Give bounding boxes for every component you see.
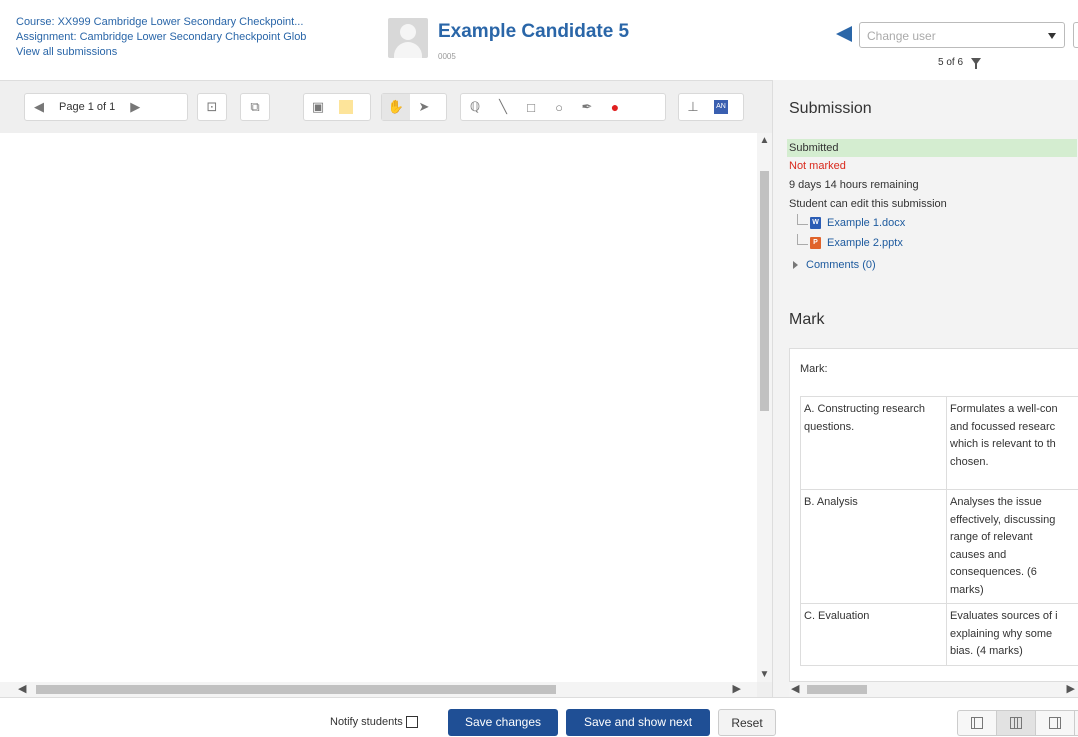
search-comments-icon[interactable]: ⊡ (198, 94, 226, 120)
file-item[interactable]: W Example 1.docx (797, 217, 905, 229)
file-item[interactable]: P Example 2.pptx (797, 237, 903, 249)
rubric-criterion: A. Constructing research questions. (801, 397, 947, 490)
submission-heading: Submission (789, 100, 872, 118)
layout-left-icon (971, 717, 983, 729)
select-pointer-icon[interactable]: ➤ (410, 94, 438, 120)
layout-right-icon (1049, 717, 1061, 729)
filter-icon[interactable] (971, 58, 981, 65)
scroll-left-icon[interactable]: ◀ (791, 682, 799, 697)
comments-link[interactable]: Comments (0) (806, 259, 876, 271)
layout-collapse-review-panel-button[interactable] (1036, 711, 1075, 735)
expand-arrow-icon (793, 261, 798, 269)
scroll-right-icon[interactable]: ▶ (733, 682, 741, 697)
powerpoint-file-icon: P (810, 237, 821, 249)
previous-user-icon[interactable] (836, 26, 852, 42)
view-all-submissions-link[interactable]: View all submissions (16, 45, 371, 60)
notify-students[interactable]: Notify students (330, 716, 418, 728)
expand-comments-group: ⧉ (240, 93, 270, 121)
edit-permission: Student can edit this submission (789, 198, 947, 210)
rubric-row: C. Evaluation Evaluates sources of i exp… (801, 604, 1078, 666)
file-link[interactable]: Example 2.pptx (827, 237, 903, 249)
save-changes-button[interactable]: Save changes (448, 709, 558, 736)
scroll-thumb[interactable] (36, 685, 556, 694)
rubric-table: A. Constructing research questions. Form… (800, 396, 1078, 666)
page-navigation: ◀ Page 1 of 1 ▶ (24, 93, 188, 121)
document-viewer: ◀ Page 1 of 1 ▶ ⊡ ⧉ ▣ ✋ ➤ ℚ ╲ □ ○ ✒ ● ⊥ … (0, 80, 772, 697)
pen-tool-icon[interactable]: ✒ (573, 94, 601, 120)
document-vertical-scrollbar[interactable]: ▲ ▼ (757, 133, 772, 682)
scroll-thumb[interactable] (760, 171, 769, 411)
page-select[interactable]: Page 1 of 1 (53, 101, 121, 113)
rubric-row: A. Constructing research questions. Form… (801, 397, 1078, 490)
scroll-right-icon[interactable]: ▶ (1067, 682, 1075, 697)
mark-label: Mark: (800, 363, 828, 375)
save-and-show-next-button[interactable]: Save and show next (566, 709, 710, 736)
next-page-icon[interactable]: ▶ (121, 94, 149, 120)
course-link[interactable]: Course: XX999 Cambridge Lower Secondary … (16, 15, 371, 30)
previous-page-icon[interactable]: ◀ (25, 94, 53, 120)
oval-tool-icon[interactable]: ○ (545, 94, 573, 120)
scroll-down-icon[interactable]: ▼ (757, 669, 772, 680)
rubric-level[interactable]: Analyses the issue effectively, discussi… (947, 490, 1078, 604)
next-user-button[interactable] (1073, 22, 1078, 48)
user-count: 5 of 6 (938, 57, 963, 68)
rubric-level[interactable]: Evaluates sources of i explaining why so… (947, 604, 1078, 666)
layout-middle-icon (1010, 717, 1022, 729)
file-link[interactable]: Example 1.docx (827, 217, 905, 229)
annotation-color-icon[interactable]: ℚ (461, 94, 489, 120)
reset-button[interactable]: Reset (718, 709, 776, 736)
rectangle-tool-icon[interactable]: □ (517, 94, 545, 120)
grader-header: Course: XX999 Cambridge Lower Secondary … (0, 0, 1078, 80)
rubric-row: B. Analysis Analyses the issue effective… (801, 490, 1078, 604)
notify-students-checkbox[interactable] (406, 716, 418, 728)
stamp-tools: ⊥ AN (678, 93, 744, 121)
chevron-down-icon (1048, 33, 1056, 39)
select-tools: ✋ ➤ (381, 93, 447, 121)
submission-status: Submitted (787, 139, 1077, 157)
comments-toggle[interactable]: Comments (0) (793, 259, 876, 271)
rubric-criterion: C. Evaluation (801, 604, 947, 666)
document-canvas[interactable] (0, 133, 757, 682)
comment-tools: ▣ (303, 93, 371, 121)
mark-heading: Mark (789, 311, 825, 329)
pan-hand-icon[interactable]: ✋ (382, 94, 410, 120)
word-file-icon: W (810, 217, 821, 229)
course-info: Course: XX999 Cambridge Lower Secondary … (16, 15, 371, 60)
panel-horizontal-scrollbar[interactable]: ◀ ▶ (789, 682, 1078, 697)
rubric-criterion: B. Analysis (801, 490, 947, 604)
scroll-up-icon[interactable]: ▲ (757, 135, 772, 146)
notify-students-label: Notify students (330, 716, 403, 728)
comment-color-icon[interactable] (332, 94, 360, 120)
layout-collapse-grade-panel-button[interactable] (958, 711, 997, 735)
time-remaining: 9 days 14 hours remaining (789, 179, 919, 191)
layout-default-button[interactable] (997, 711, 1036, 735)
assignment-link[interactable]: Assignment: Cambridge Lower Secondary Ch… (16, 30, 371, 45)
marking-form: Mark: A. Constructing research questions… (789, 348, 1078, 682)
highlight-color-icon[interactable]: ● (601, 94, 629, 120)
stamp-tool-icon[interactable]: ⊥ (679, 94, 707, 120)
annotation-toolbar: ◀ Page 1 of 1 ▶ ⊡ ⧉ ▣ ✋ ➤ ℚ ╲ □ ○ ✒ ● ⊥ … (0, 81, 772, 131)
search-comments-group: ⊡ (197, 93, 227, 121)
change-user-select[interactable]: Change user (859, 22, 1065, 48)
stamp-picker-icon[interactable]: AN (707, 94, 735, 120)
scroll-thumb[interactable] (807, 685, 867, 694)
document-horizontal-scrollbar[interactable]: ◀ ▶ (0, 682, 757, 697)
scroll-left-icon[interactable]: ◀ (18, 682, 26, 697)
user-avatar-icon (388, 18, 428, 58)
grading-footer: Notify students Save changes Save and sh… (0, 697, 1078, 736)
drawing-tools: ℚ ╲ □ ○ ✒ ● (460, 93, 666, 121)
layout-switcher (957, 710, 1078, 736)
expand-comments-icon[interactable]: ⧉ (241, 94, 269, 120)
grading-panel: Submission Submitted Not marked 9 days 1… (772, 80, 1078, 697)
grading-status: Not marked (789, 160, 846, 172)
change-user-placeholder: Change user (867, 29, 936, 43)
line-tool-icon[interactable]: ╲ (489, 94, 517, 120)
comment-tool-icon[interactable]: ▣ (304, 94, 332, 120)
candidate-name[interactable]: Example Candidate 5 (438, 21, 629, 43)
candidate-id: 0005 (438, 52, 456, 61)
rubric-level[interactable]: Formulates a well-con and focussed resea… (947, 397, 1078, 490)
